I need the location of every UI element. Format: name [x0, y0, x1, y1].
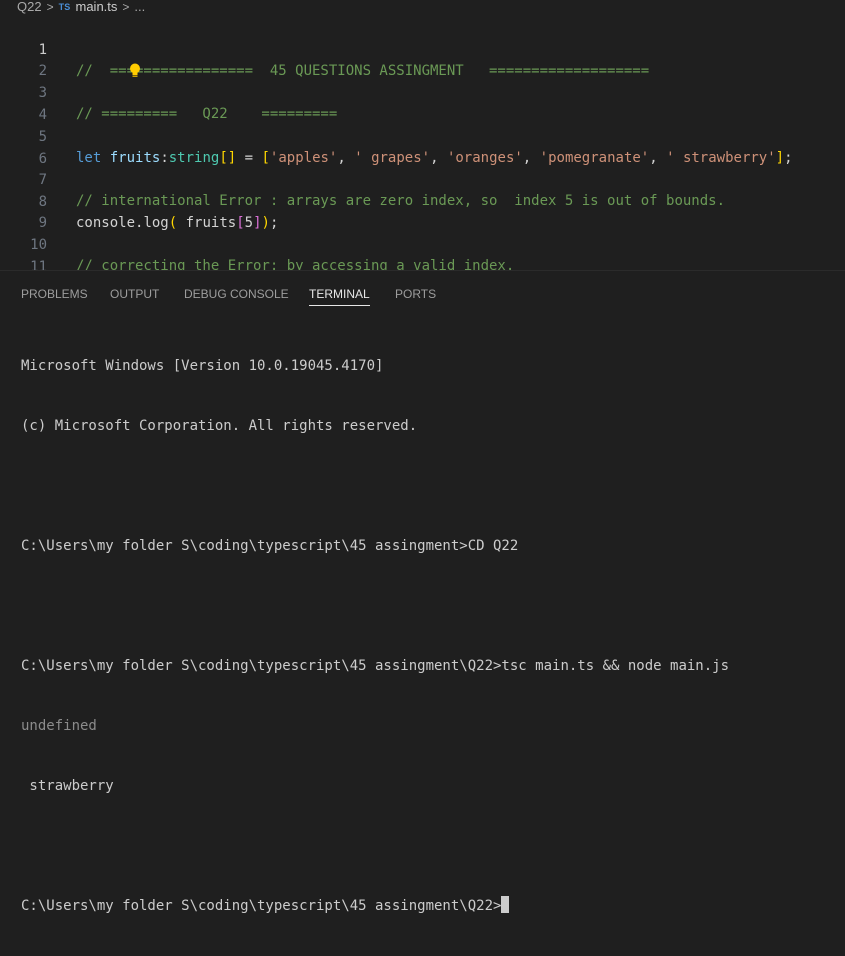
breadcrumb-more[interactable]: ... — [134, 0, 145, 14]
code-line: 8 console.log( fruits[5]); — [0, 171, 845, 231]
code-line: 10 // correcting the Error: by accessing… — [0, 214, 845, 270]
terminal-line: strawberry — [21, 778, 114, 794]
terminal-cursor — [501, 896, 510, 913]
tab-output[interactable]: OUTPUT — [110, 285, 159, 307]
lightbulb-icon[interactable] — [78, 42, 140, 77]
code-line: 3 // ========= Q22 ========= — [0, 62, 845, 122]
terminal-line: undefined — [21, 718, 97, 734]
chevron-right-icon: > — [46, 0, 54, 14]
terminal-line: Microsoft Windows [Version 10.0.19045.41… — [21, 358, 384, 374]
code-line: 12 — [0, 258, 845, 270]
terminal-line: C:\Users\my folder S\coding\typescript\4… — [21, 538, 519, 554]
terminal-output[interactable]: Microsoft Windows [Version 10.0.19045.41… — [21, 316, 729, 956]
code-line: 5 let fruits:string[] = ['apples', ' gra… — [0, 106, 845, 166]
tab-problems[interactable]: PROBLEMS — [21, 285, 88, 307]
code-editor[interactable]: 1 // ================= 45 QUESTIONS ASSI… — [0, 18, 845, 270]
tab-ports[interactable]: PORTS — [395, 285, 436, 307]
code-line: 7 // international Error : arrays are ze… — [0, 149, 845, 209]
typescript-file-icon: TS — [58, 2, 71, 12]
breadcrumb-folder[interactable]: Q22 — [0, 0, 42, 14]
breadcrumb-file[interactable]: main.ts — [76, 0, 118, 14]
terminal-prompt: C:\Users\my folder S\coding\typescript\4… — [21, 898, 502, 914]
tab-terminal[interactable]: TERMINAL — [309, 285, 370, 307]
tab-debug-console[interactable]: DEBUG CONSOLE — [184, 285, 289, 307]
code-line: 2 — [0, 40, 845, 79]
bottom-panel: PROBLEMS OUTPUT DEBUG CONSOLE TERMINAL P… — [0, 270, 845, 914]
chevron-right-icon: > — [122, 0, 130, 14]
code-line: 9 — [0, 192, 845, 231]
code-line: 6 — [0, 128, 845, 167]
terminal-line: C:\Users\my folder S\coding\typescript\4… — [21, 658, 730, 674]
code-line: 11 console.log( fruits[4]); — [0, 236, 845, 270]
code-line: 4 — [0, 84, 845, 123]
breadcrumb: Q22 > TS main.ts > ... — [0, 0, 845, 14]
terminal-prompt-line[interactable]: C:\Users\my folder S\coding\typescript\4… — [21, 896, 729, 916]
terminal-line: (c) Microsoft Corporation. All rights re… — [21, 418, 418, 434]
code-line: 1 // ================= 45 QUESTIONS ASSI… — [0, 19, 845, 79]
panel-tabs: PROBLEMS OUTPUT DEBUG CONSOLE TERMINAL P… — [0, 285, 845, 307]
